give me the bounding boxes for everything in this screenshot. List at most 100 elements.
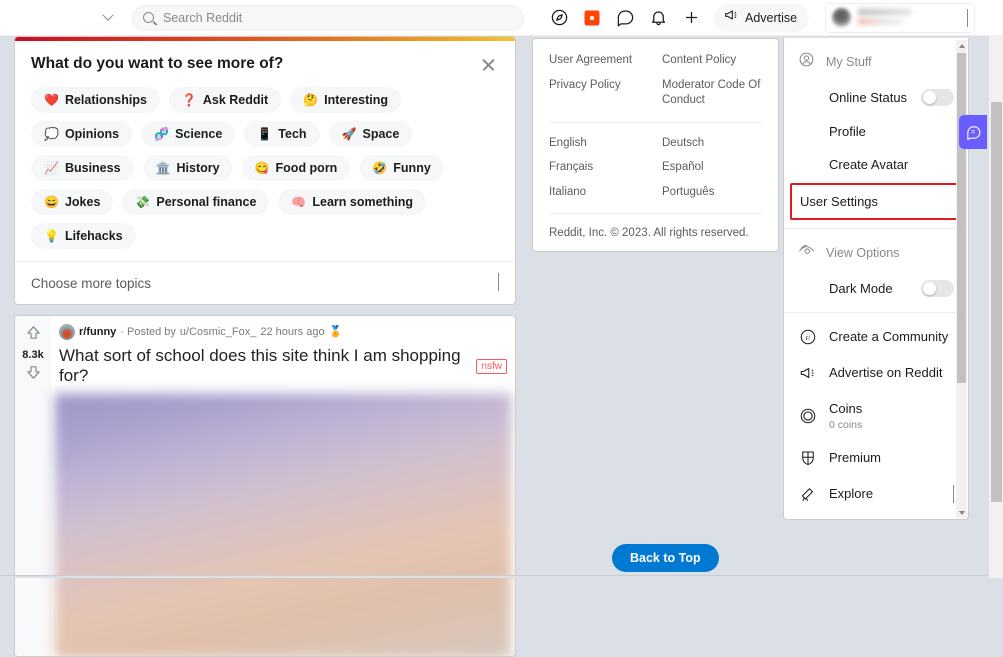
- topic-chip[interactable]: 🤔 Interesting: [290, 87, 402, 113]
- create-avatar-label: Create Avatar: [829, 157, 909, 172]
- close-icon[interactable]: [479, 55, 499, 75]
- topic-chip[interactable]: 💸 Personal finance: [122, 189, 270, 215]
- dark-mode-toggle[interactable]: [921, 280, 954, 297]
- menu-item-coins[interactable]: Coins 0 coins: [784, 391, 968, 440]
- topic-chip[interactable]: 🤣 Funny: [359, 155, 444, 181]
- topic-chip[interactable]: 🧠 Learn something: [278, 189, 427, 215]
- topic-card-title: What do you want to see more of?: [31, 55, 284, 72]
- chevron-right-icon: [498, 273, 499, 292]
- advertise-label: Advertise: [745, 10, 798, 25]
- menu-item-help-center[interactable]: Help Center: [784, 512, 968, 519]
- downvote-icon[interactable]: [25, 364, 42, 386]
- topic-chip[interactable]: 🧬 Science: [141, 121, 236, 147]
- copyright-text: Reddit, Inc. © 2023. All rights reserved…: [549, 227, 749, 240]
- footer-link[interactable]: Moderator Code Of Conduct: [662, 78, 762, 109]
- advertise-on-reddit-label: Advertise on Reddit: [829, 365, 943, 380]
- menu-item-premium[interactable]: Premium: [784, 440, 968, 476]
- sort-chevron-down-icon[interactable]: [94, 4, 122, 32]
- chevron-down-icon: [967, 8, 969, 27]
- search-icon: [143, 12, 154, 23]
- post-image-blurred[interactable]: [54, 393, 512, 656]
- topic-chip[interactable]: 😄 Jokes: [31, 189, 114, 215]
- topic-chip[interactable]: ❤️ Relationships: [31, 87, 160, 113]
- subreddit-avatar: [59, 324, 75, 340]
- reddit-popular-icon[interactable]: [577, 3, 607, 33]
- footer-link[interactable]: Español: [662, 160, 762, 176]
- page-content: What do you want to see more of? ❤️ Relat…: [0, 36, 1003, 657]
- footer-link[interactable]: Content Policy: [662, 53, 762, 69]
- topic-chip-label: Interesting: [324, 93, 389, 107]
- feed-column: What do you want to see more of? ❤️ Relat…: [14, 36, 516, 657]
- megaphone-icon: [798, 364, 818, 382]
- create-plus-icon[interactable]: [676, 3, 706, 33]
- footer-link[interactable]: Italiano: [549, 185, 656, 201]
- footer-link[interactable]: English: [549, 136, 656, 152]
- menu-item-dark-mode[interactable]: Dark Mode: [784, 271, 968, 306]
- upvote-icon[interactable]: [25, 324, 42, 346]
- footer-link[interactable]: User Agreement: [549, 53, 656, 69]
- chevron-down-glyph: [102, 9, 114, 21]
- person-icon: [798, 51, 815, 73]
- menu-item-user-settings[interactable]: User Settings: [790, 183, 962, 220]
- username-blur: [858, 9, 913, 15]
- menu-scrollbar-thumb[interactable]: [957, 53, 966, 383]
- back-to-top-button[interactable]: Back to Top: [612, 544, 719, 572]
- footer-link[interactable]: Privacy Policy: [549, 78, 656, 109]
- topic-chip[interactable]: 📈 Business: [31, 155, 134, 181]
- chevron-down-glyph: [967, 8, 969, 27]
- profile-label: Profile: [829, 124, 866, 139]
- topic-chip-emoji: 💭: [44, 127, 59, 141]
- topic-chip-label: Lifehacks: [64, 229, 123, 243]
- topic-chip-emoji: 🧬: [154, 127, 170, 141]
- footer-link[interactable]: Deutsch: [662, 136, 762, 152]
- search-input[interactable]: [163, 10, 513, 25]
- topic-chip[interactable]: ❓ Ask Reddit: [168, 87, 282, 113]
- topic-chip-label: History: [176, 161, 220, 175]
- dark-mode-label: Dark Mode: [829, 281, 893, 296]
- avatar: [832, 8, 852, 27]
- topic-chip-emoji: 😋: [254, 161, 270, 175]
- menu-item-profile[interactable]: Profile: [784, 115, 968, 148]
- top-navigation-bar: Advertise: [0, 0, 1003, 36]
- post-title[interactable]: What sort of school does this site think…: [59, 346, 468, 387]
- chat-icon[interactable]: [610, 3, 640, 33]
- topic-chip[interactable]: 📱 Tech: [244, 121, 320, 147]
- coins-balance: 0 coins: [829, 419, 863, 431]
- topic-chip[interactable]: 😋 Food porn: [241, 155, 351, 181]
- menu-scroll-down-arrow[interactable]: [956, 507, 967, 518]
- award-icon[interactable]: 🏅: [329, 326, 343, 338]
- menu-item-explore[interactable]: Explore: [784, 476, 968, 512]
- notifications-bell-icon[interactable]: [643, 3, 673, 33]
- menu-item-create-community[interactable]: r/ Create a Community: [784, 319, 968, 355]
- user-settings-label: User Settings: [800, 194, 879, 209]
- post-author-link[interactable]: u/Cosmic_Fox_: [180, 326, 256, 338]
- user-account-menu-button[interactable]: [825, 2, 976, 33]
- divider: [549, 213, 762, 215]
- menu-item-create-avatar[interactable]: Create Avatar: [784, 148, 968, 181]
- topic-chip[interactable]: 🏛️ History: [142, 155, 233, 181]
- explore-compass-icon[interactable]: [544, 3, 574, 33]
- page-scrollbar-thumb[interactable]: [991, 102, 1002, 502]
- topic-chip[interactable]: 💭 Opinions: [31, 121, 133, 147]
- page-scrollbar[interactable]: [989, 36, 1003, 578]
- search-bar[interactable]: [132, 4, 524, 31]
- footer-link[interactable]: Français: [549, 160, 656, 176]
- chevron-down-icon[interactable]: [953, 485, 954, 503]
- chat-widget-button[interactable]: [959, 115, 987, 149]
- topic-chip[interactable]: 💡 Lifehacks: [31, 223, 136, 249]
- username-redacted: [858, 8, 967, 27]
- online-status-toggle[interactable]: [921, 89, 954, 106]
- advertise-button[interactable]: Advertise: [714, 3, 810, 32]
- choose-more-topics-row[interactable]: Choose more topics: [15, 261, 515, 304]
- menu-scroll-up-arrow[interactable]: [956, 40, 967, 51]
- coins-label: Coins: [829, 401, 863, 416]
- topic-chip[interactable]: 🚀 Space: [328, 121, 413, 147]
- view-options-header: View Options: [784, 235, 968, 271]
- menu-item-online-status[interactable]: Online Status: [784, 80, 968, 115]
- subreddit-link[interactable]: r/funny: [79, 326, 116, 338]
- menu-scrollbar[interactable]: [956, 40, 967, 518]
- footer-link[interactable]: Português: [662, 185, 762, 201]
- posted-by-label: · Posted by: [120, 326, 176, 338]
- topic-chip-emoji: ❤️: [44, 93, 59, 107]
- menu-item-advertise-on-reddit[interactable]: Advertise on Reddit: [784, 355, 968, 391]
